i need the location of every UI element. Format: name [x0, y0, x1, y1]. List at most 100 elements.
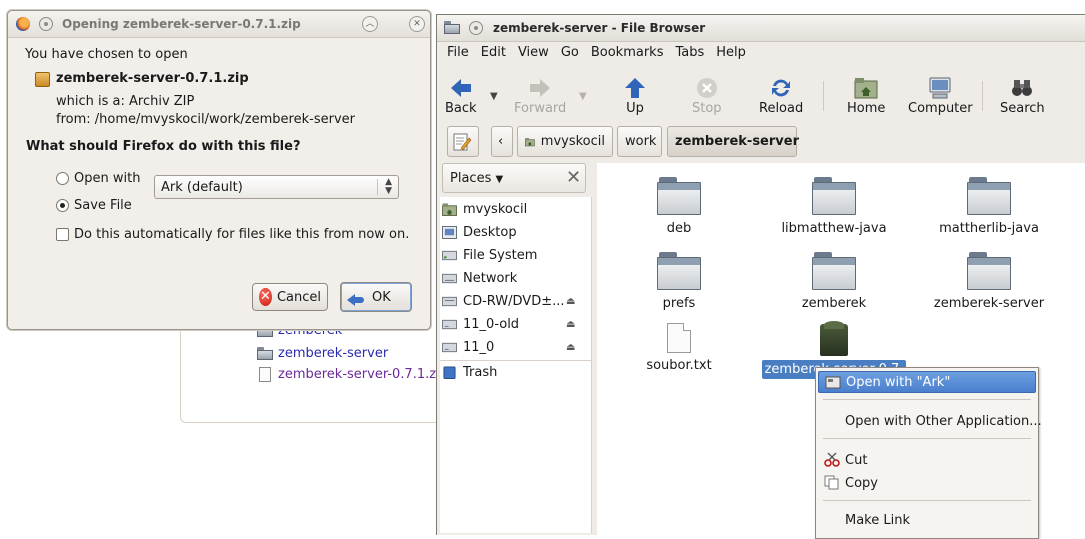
- menu-tabs[interactable]: Tabs: [675, 42, 704, 64]
- home-button[interactable]: Home: [847, 77, 885, 116]
- drive-icon: [442, 250, 457, 260]
- back-arrow-icon: [450, 79, 471, 97]
- list-item[interactable]: zemberek-server: [257, 344, 388, 362]
- menu-item-cut[interactable]: Cut: [818, 449, 1036, 471]
- chosen-text: You have chosen to open: [25, 47, 188, 62]
- sidebar-item-11_0[interactable]: 11_0 ⏏: [440, 336, 592, 358]
- menu-item-make-link[interactable]: Make Link: [818, 509, 1036, 531]
- location-toggle-button[interactable]: [447, 126, 479, 157]
- open-file-dialog: Opening zemberek-server-0.7.1.zip ︿ ✕ Yo…: [7, 10, 431, 330]
- home-folder-icon: [525, 137, 535, 146]
- window-menu-icon[interactable]: [39, 17, 53, 31]
- reload-button[interactable]: Reload: [759, 77, 803, 116]
- menubar: File Edit View Go Bookmarks Tabs Help: [437, 42, 748, 64]
- places-dropdown[interactable]: Places ▼: [450, 171, 503, 186]
- file-icon: [259, 366, 271, 382]
- dialog-titlebar[interactable]: Opening zemberek-server-0.7.1.zip ︿ ✕: [8, 11, 430, 38]
- file-item[interactable]: prefs: [604, 252, 754, 311]
- list-item[interactable]: zemberek-server-0.7.1.zip: [257, 365, 448, 383]
- application-select[interactable]: Ark (default) ▲ ▼: [154, 175, 399, 199]
- sidebar-item-file-system[interactable]: File System: [440, 244, 592, 266]
- path-work-button[interactable]: work: [617, 126, 662, 157]
- computer-button[interactable]: Computer: [908, 77, 973, 116]
- open-with-radio[interactable]: [56, 172, 69, 185]
- folder-icon: [657, 177, 701, 215]
- sidebar-item-trash[interactable]: Trash: [440, 360, 592, 383]
- trash-icon: [443, 365, 456, 379]
- open-with-label[interactable]: Open with: [74, 171, 140, 186]
- file-item[interactable]: deb: [604, 177, 754, 236]
- network-icon: [442, 273, 457, 283]
- file-source: from: /home/mvyskocil/work/zemberek-serv…: [56, 112, 355, 127]
- up-button[interactable]: Up: [623, 77, 647, 116]
- file-item[interactable]: mattherlib-java: [914, 177, 1064, 236]
- auto-checkbox[interactable]: [56, 228, 69, 241]
- folder-icon: [444, 21, 460, 34]
- close-icon[interactable]: ✕: [409, 16, 425, 32]
- menu-item-open-with-other[interactable]: Open with Other Application...: [818, 410, 1042, 432]
- stop-icon: [696, 78, 717, 98]
- cancel-button-label: Cancel: [276, 289, 321, 305]
- archive-icon: [820, 321, 848, 356]
- drive-icon: [442, 342, 457, 352]
- edit-location-icon: [453, 133, 472, 150]
- sidebar-item-desktop[interactable]: Desktop: [440, 221, 592, 243]
- path-scroll-left-button[interactable]: ‹: [491, 126, 513, 157]
- save-file-radio[interactable]: [56, 199, 69, 212]
- menu-item-open-with-ark[interactable]: Open with "Ark": [818, 371, 1036, 393]
- file-item[interactable]: zemberek: [759, 252, 909, 311]
- file-item[interactable]: libmatthew-java: [759, 177, 909, 236]
- menu-file[interactable]: File: [447, 42, 469, 64]
- ok-button-label: OK: [372, 289, 391, 305]
- eject-icon[interactable]: ⏏: [566, 342, 575, 353]
- places-header[interactable]: Places ▼ ✕: [442, 163, 586, 193]
- menu-view[interactable]: View: [518, 42, 549, 64]
- ark-icon: [825, 376, 841, 389]
- path-zemberek-server-button[interactable]: zemberek-server: [667, 126, 799, 157]
- forward-history-dropdown-icon[interactable]: ▼: [579, 91, 587, 102]
- save-file-label[interactable]: Save File: [74, 198, 132, 213]
- list-item-label: zemberek-server: [278, 345, 389, 361]
- forward-button[interactable]: Forward: [514, 77, 566, 116]
- text-file-icon: [667, 323, 691, 353]
- menu-help[interactable]: Help: [716, 42, 746, 64]
- menu-bookmarks[interactable]: Bookmarks: [591, 42, 664, 64]
- updown-arrow-icon: ▲ ▼: [385, 177, 392, 196]
- file-item[interactable]: soubor.txt: [604, 323, 754, 373]
- cancel-icon: ✕: [259, 288, 272, 306]
- folder-icon: [257, 346, 273, 360]
- file-item[interactable]: zemberek-server: [914, 252, 1064, 311]
- close-icon[interactable]: ✕: [566, 167, 581, 188]
- window-menu-icon[interactable]: [469, 21, 483, 35]
- sidebar-item-mvyskocil[interactable]: mvyskocil: [440, 198, 592, 220]
- path-mvyskocil-button[interactable]: mvyskocil: [517, 126, 613, 157]
- desktop-icon: [442, 225, 457, 239]
- folder-icon: [812, 252, 856, 290]
- copy-icon: [824, 475, 839, 490]
- shade-icon[interactable]: ︿: [362, 16, 378, 32]
- eject-icon[interactable]: ⏏: [566, 296, 575, 307]
- cancel-button[interactable]: ✕ Cancel: [252, 283, 328, 311]
- action-question: What should Firefox do with this file?: [26, 139, 301, 154]
- sidebar-item-network[interactable]: Network: [440, 267, 592, 289]
- menu-item-copy[interactable]: Copy: [818, 472, 1036, 494]
- sidebar-item-11_0-old[interactable]: 11_0-old ⏏: [440, 313, 592, 335]
- browser-titlebar[interactable]: zemberek-server - File Browser: [437, 15, 1085, 42]
- menu-go[interactable]: Go: [561, 42, 579, 64]
- menu-edit[interactable]: Edit: [481, 42, 506, 64]
- back-history-dropdown-icon[interactable]: ▼: [490, 91, 498, 102]
- window-title: zemberek-server - File Browser: [493, 21, 706, 35]
- eject-icon[interactable]: ⏏: [566, 319, 575, 330]
- folder-icon: [812, 177, 856, 215]
- stop-button[interactable]: Stop: [692, 77, 722, 116]
- ok-button[interactable]: OK: [340, 282, 412, 312]
- search-button[interactable]: Search: [1000, 77, 1045, 116]
- optical-drive-icon: [442, 296, 457, 306]
- chevron-left-icon: ‹: [498, 134, 504, 149]
- back-button[interactable]: Back: [445, 77, 477, 116]
- auto-checkbox-label[interactable]: Do this automatically for files like thi…: [74, 227, 409, 242]
- computer-icon: [929, 77, 951, 99]
- sidebar-item-cd-dvd[interactable]: CD-RW/DVD±... ⏏: [440, 290, 592, 312]
- firefox-icon: [16, 17, 30, 31]
- file-name: zemberek-server-0.7.1.zip: [56, 71, 249, 86]
